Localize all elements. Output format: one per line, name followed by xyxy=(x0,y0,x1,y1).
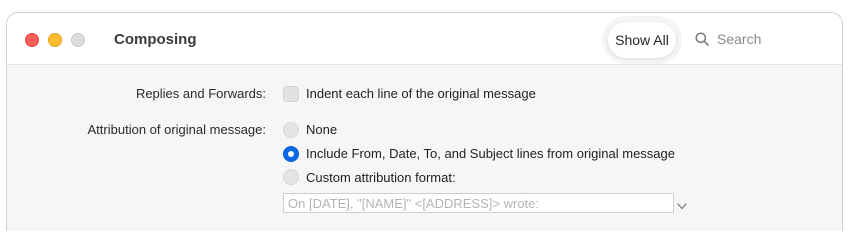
chevron-down-icon[interactable] xyxy=(677,197,687,215)
window-title: Composing xyxy=(114,31,197,48)
zoom-icon[interactable] xyxy=(71,33,85,47)
radio-include-headers-label: Include From, Date, To, and Subject line… xyxy=(306,146,675,161)
indent-checkbox[interactable] xyxy=(283,86,299,102)
show-all-button[interactable]: Show All xyxy=(608,22,676,58)
radio-custom-format-label: Custom attribution format: xyxy=(306,170,456,185)
search-field[interactable]: Search xyxy=(695,31,761,47)
search-placeholder: Search xyxy=(717,31,762,47)
replies-label: Replies and Forwards: xyxy=(135,86,266,101)
preferences-window: Composing Show All Search Replies and Fo… xyxy=(6,12,843,231)
close-icon[interactable] xyxy=(25,33,39,47)
composing-settings: Replies and Forwards: Indent each line o… xyxy=(7,66,842,231)
minimize-icon[interactable] xyxy=(48,33,62,47)
titlebar: Composing Show All Search xyxy=(7,13,842,65)
attribution-label: Attribution of original message: xyxy=(87,122,266,137)
radio-include-headers[interactable] xyxy=(283,146,299,162)
radio-none-label: None xyxy=(306,122,338,137)
radio-custom-format[interactable] xyxy=(283,169,299,185)
custom-attribution-input[interactable]: On [DATE], "[NAME]" <[ADDRESS]> wrote: xyxy=(283,193,674,213)
radio-none[interactable] xyxy=(283,122,299,138)
search-icon xyxy=(695,32,709,46)
indent-label: Indent each line of the original message xyxy=(306,86,536,101)
